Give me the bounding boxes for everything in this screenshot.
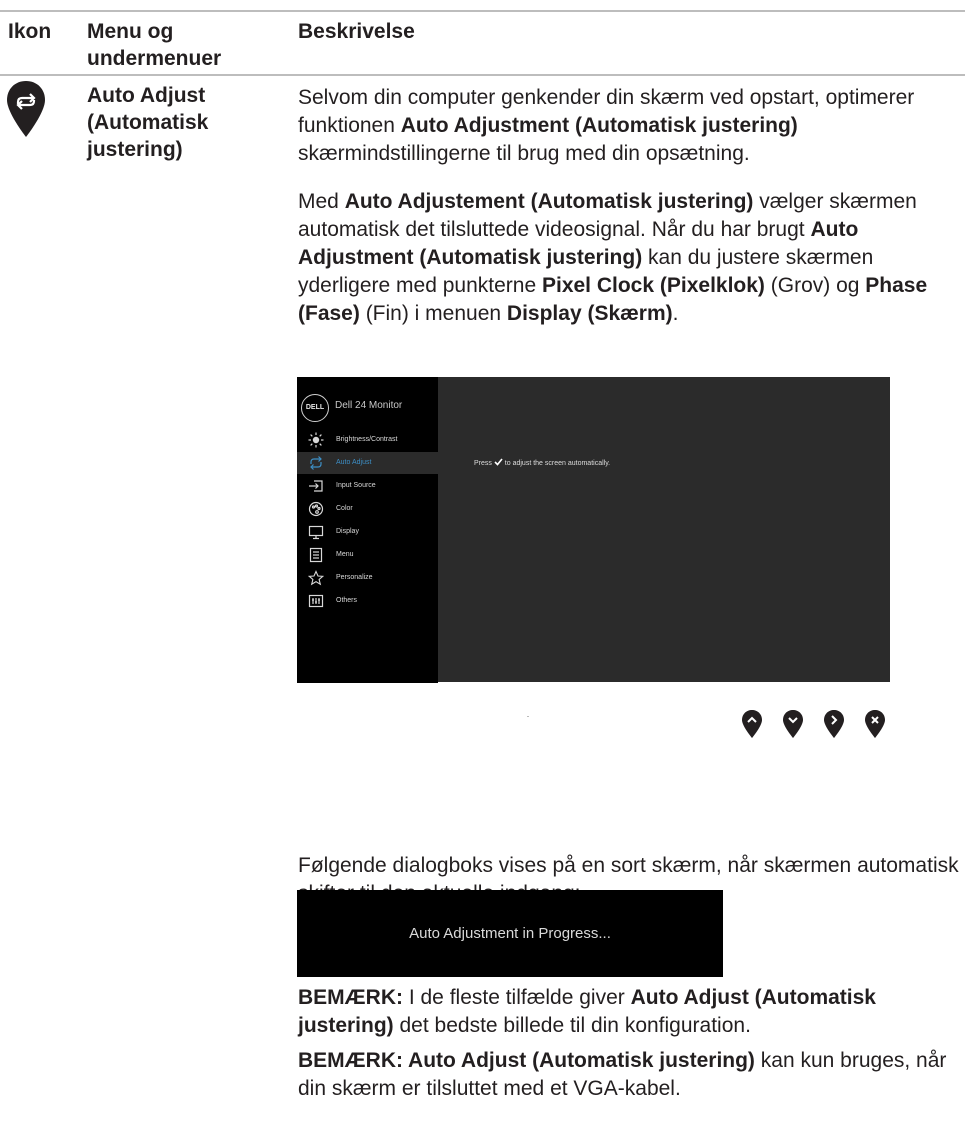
top-rule: [0, 10, 965, 12]
osd-item-auto-adjust[interactable]: Auto Adjust: [297, 452, 438, 474]
osd-item-label: Auto Adjust: [336, 459, 372, 466]
osd-item-label: Menu: [336, 551, 354, 558]
down-icon[interactable]: [782, 709, 804, 739]
osd-item-input-source[interactable]: Input Source: [297, 475, 438, 497]
osd-item-label: Brightness/Contrast: [336, 436, 398, 443]
input-source-icon: [309, 480, 323, 492]
dell-logo: DELL: [301, 394, 329, 422]
osd-item-menu[interactable]: Menu: [297, 544, 438, 566]
close-icon[interactable]: [864, 709, 886, 739]
osd-menu-screenshot: DELL Dell 24 Monitor Brightness/Contrast…: [297, 377, 890, 683]
auto-adjust-icon: [7, 81, 45, 137]
color-icon: [308, 501, 324, 517]
osd-item-label: Display: [336, 528, 359, 535]
osd-item-label: Others: [336, 597, 358, 604]
auto-adjust-dialog-text: Auto Adjustment in Progress...: [409, 925, 611, 942]
stray-mark: [527, 716, 529, 717]
osd-item-label: Color: [336, 505, 353, 512]
osd-item-color[interactable]: Color: [297, 498, 438, 520]
auto-adjust-icon: [310, 456, 322, 470]
menu-title: Auto Adjust (Automatisk justering): [87, 84, 209, 161]
description-paragraph-2: Med Auto Adjustement (Automatisk justeri…: [298, 190, 928, 325]
display-icon: [308, 525, 324, 540]
right-icon[interactable]: [823, 709, 845, 739]
osd-message: Press to adjust the screen automatically…: [474, 458, 611, 467]
header-menu-column: Menu og undermenuer: [87, 20, 222, 70]
osd-title: Dell 24 Monitor: [335, 400, 403, 411]
header-rule: [0, 74, 965, 76]
brightness-icon: [308, 432, 324, 448]
osd-item-display[interactable]: Display: [297, 521, 438, 543]
up-icon[interactable]: [741, 709, 763, 739]
star-icon: [308, 570, 324, 586]
header-icon-column: Ikon: [8, 20, 52, 43]
menu-icon: [309, 547, 323, 563]
header-description-column: Beskrivelse: [298, 20, 415, 43]
osd-item-label: Personalize: [336, 574, 373, 581]
osd-item-brightness-contrast[interactable]: Brightness/Contrast: [297, 429, 438, 451]
note-2: BEMÆRK: Auto Adjust (Automatisk justerin…: [298, 1049, 947, 1100]
osd-item-label: Input Source: [336, 482, 376, 489]
osd-sidebar: DELL Dell 24 Monitor Brightness/Contrast…: [297, 377, 438, 683]
description-paragraph-1: Selvom din computer genkender din skærm …: [298, 86, 915, 165]
auto-adjust-dialog: Auto Adjustment in Progress...: [297, 890, 723, 977]
note-1: BEMÆRK: I de fleste tilfælde giver Auto …: [298, 986, 876, 1037]
others-icon: [308, 594, 324, 608]
osd-item-personalize[interactable]: Personalize: [297, 567, 438, 589]
osd-item-others[interactable]: Others: [297, 590, 438, 612]
checkmark-icon: [494, 458, 503, 466]
